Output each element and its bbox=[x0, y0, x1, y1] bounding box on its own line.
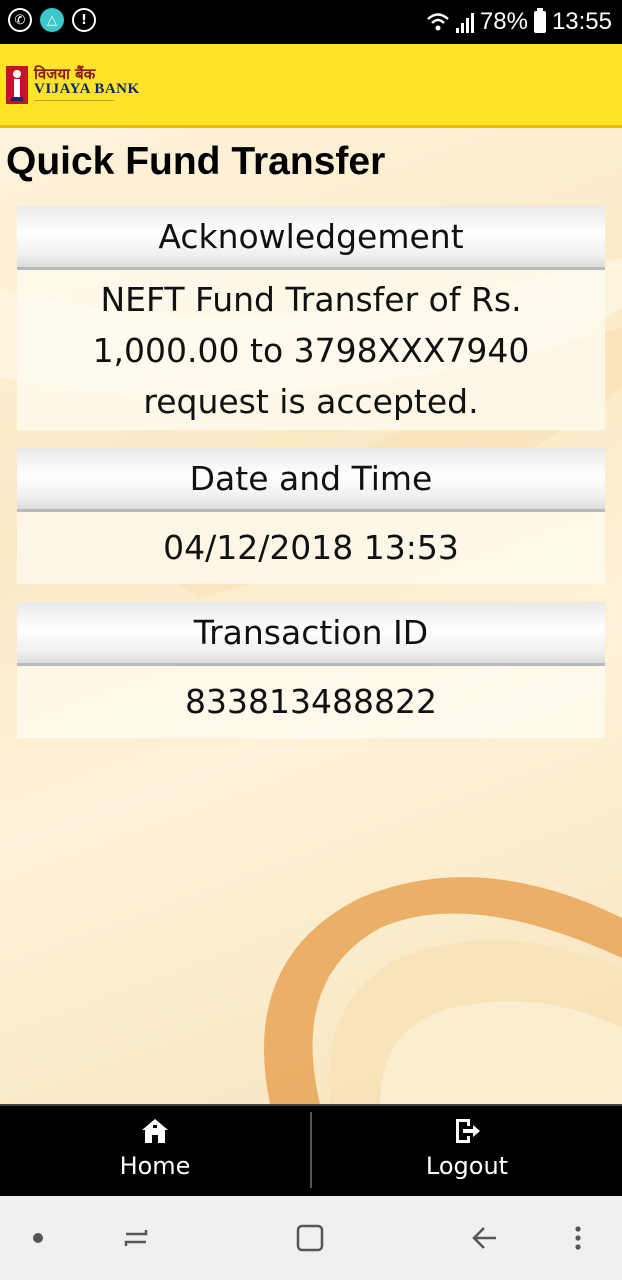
battery-icon bbox=[533, 8, 546, 33]
system-nav-bar bbox=[0, 1196, 622, 1280]
back-button[interactable] bbox=[464, 1218, 504, 1258]
logo-name: VIJAYA BANK bbox=[34, 80, 140, 97]
more-vert-icon bbox=[575, 1226, 581, 1250]
vijaya-bank-logo[interactable]: विजया बैंक VIJAYA BANK ———————————————— bbox=[6, 58, 152, 112]
square-icon bbox=[296, 1224, 324, 1252]
status-bar: ✆ △ ! 78% 13:55 bbox=[0, 0, 622, 44]
logout-button[interactable]: Logout bbox=[312, 1106, 622, 1196]
logo-hindi: विजया बैंक bbox=[34, 64, 96, 83]
logo-text: विजया बैंक VIJAYA BANK ———————————————— bbox=[34, 64, 140, 104]
page-title: Quick Fund Transfer bbox=[6, 140, 386, 183]
recent-apps-icon bbox=[124, 1230, 148, 1246]
signal-icon bbox=[455, 11, 474, 33]
alert-icon: ! bbox=[72, 8, 96, 32]
logout-icon bbox=[456, 1119, 480, 1143]
transaction-id-header: Transaction ID bbox=[17, 602, 605, 666]
more-options-button[interactable] bbox=[558, 1218, 598, 1258]
nav-dot-button[interactable] bbox=[18, 1218, 58, 1258]
recent-apps-button[interactable] bbox=[116, 1218, 156, 1258]
acknowledgement-message: NEFT Fund Transfer of Rs. 1,000.00 to 37… bbox=[17, 270, 605, 430]
date-time-section: Date and Time 04/12/2018 13:53 bbox=[17, 448, 605, 584]
main-content: Quick Fund Transfer Acknowledgement NEFT… bbox=[0, 128, 622, 1104]
app-notification-icon: △ bbox=[40, 8, 64, 32]
app-header: विजया बैंक VIJAYA BANK ———————————————— bbox=[0, 44, 622, 128]
date-time-value: 04/12/2018 13:53 bbox=[17, 512, 605, 584]
home-button[interactable]: Home bbox=[0, 1106, 310, 1196]
transaction-id-section: Transaction ID 833813488822 bbox=[17, 602, 605, 738]
status-indicators: 78% 13:55 bbox=[426, 8, 612, 36]
bottom-nav: Home Logout bbox=[0, 1104, 622, 1196]
logout-label: Logout bbox=[425, 1152, 509, 1180]
clock: 13:55 bbox=[551, 8, 612, 35]
dot-icon bbox=[33, 1233, 43, 1243]
bank-emblem-icon bbox=[6, 66, 28, 104]
whatsapp-icon: ✆ bbox=[8, 8, 32, 32]
notification-icons: ✆ △ ! bbox=[8, 8, 96, 32]
battery-percent: 78% bbox=[479, 8, 528, 35]
home-icon bbox=[142, 1119, 168, 1143]
back-arrow-icon bbox=[472, 1227, 496, 1249]
acknowledgement-header: Acknowledgement bbox=[17, 206, 605, 270]
transaction-id-value: 833813488822 bbox=[17, 666, 605, 738]
home-label: Home bbox=[119, 1152, 191, 1180]
date-time-header: Date and Time bbox=[17, 448, 605, 512]
wifi-icon bbox=[427, 13, 449, 31]
home-system-button[interactable] bbox=[290, 1218, 330, 1258]
logo-tagline-mark: ———————————————— bbox=[34, 97, 114, 104]
acknowledgement-section: Acknowledgement NEFT Fund Transfer of Rs… bbox=[17, 206, 605, 430]
